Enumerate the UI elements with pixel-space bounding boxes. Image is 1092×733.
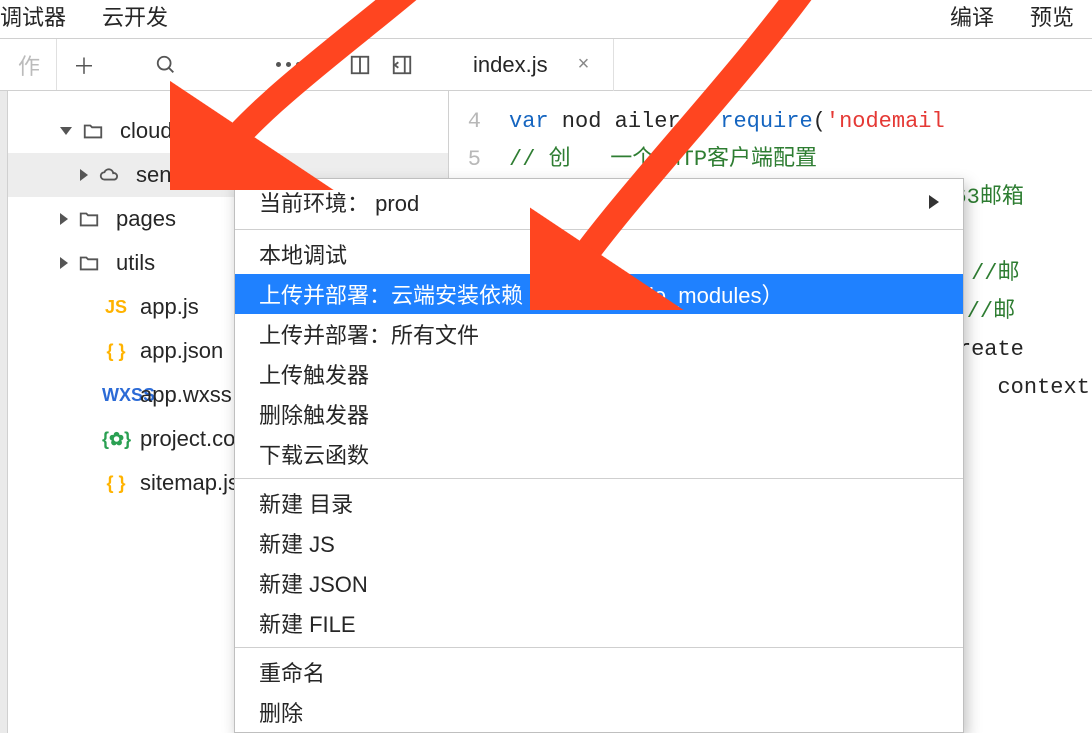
context-menu: 当前环境： prod 本地调试上传并部署：云端安装依赖（不上传 node_mod… bbox=[234, 178, 964, 733]
toolbar-sep-1 bbox=[56, 39, 57, 90]
ctx-env-value: prod bbox=[375, 191, 419, 216]
menu-cloud-dev[interactable]: 云开发 bbox=[84, 0, 186, 32]
tree-label: sitemap.js bbox=[140, 470, 239, 496]
search-icon[interactable] bbox=[145, 44, 187, 86]
tree-label: app.wxss bbox=[140, 382, 232, 408]
js-icon: JS bbox=[102, 297, 130, 318]
menu-debugger[interactable]: 调试器 bbox=[0, 0, 84, 32]
json-icon: { } bbox=[102, 341, 130, 362]
tree-label: app.json bbox=[140, 338, 223, 364]
chevron-right-icon bbox=[929, 195, 939, 209]
tree-label: cloud | p bbox=[120, 118, 203, 144]
split-default-icon[interactable] bbox=[339, 44, 381, 86]
folder-icon bbox=[78, 252, 106, 274]
toolbar-actions[interactable]: 作 bbox=[8, 44, 50, 86]
wxss-icon: WXSS bbox=[102, 385, 130, 406]
chevron-right-icon bbox=[60, 257, 68, 269]
ctx-item[interactable]: 新建 JSON bbox=[235, 563, 963, 603]
toolbar-add-button[interactable]: ＋ bbox=[63, 44, 105, 86]
line-number: 4 bbox=[449, 103, 509, 141]
tree-folder-cloud[interactable]: cloud | p bbox=[8, 109, 448, 153]
ctx-env-label: 当前环境： bbox=[259, 191, 369, 216]
more-icon[interactable] bbox=[267, 44, 309, 86]
tree-label: utils bbox=[116, 250, 155, 276]
chevron-right-icon bbox=[80, 169, 88, 181]
ctx-item[interactable]: 上传并部署：云端安装依赖（不上传 node_modules） bbox=[235, 274, 963, 314]
ctx-item[interactable]: 重命名 bbox=[235, 652, 963, 692]
folder-icon bbox=[78, 208, 106, 230]
folder-icon bbox=[82, 120, 110, 142]
ctx-item[interactable]: 删除 bbox=[235, 692, 963, 732]
ctx-env-header[interactable]: 当前环境： prod bbox=[235, 179, 963, 225]
ctx-separator bbox=[235, 229, 963, 230]
ctx-item[interactable]: 上传触发器 bbox=[235, 354, 963, 394]
ctx-item[interactable]: 本地调试 bbox=[235, 234, 963, 274]
ctx-item[interactable]: 新建 FILE bbox=[235, 603, 963, 643]
code-text: var nod ailer = require('nodemail bbox=[509, 103, 1092, 141]
chevron-down-icon bbox=[60, 127, 72, 135]
ctx-separator bbox=[235, 478, 963, 479]
menubar: 调试器 云开发 编译 预览 bbox=[0, 0, 1092, 34]
code-text: // 创 一个SMTP客户端配置 bbox=[509, 141, 1092, 179]
tree-label: app.js bbox=[140, 294, 199, 320]
line-number: 5 bbox=[449, 141, 509, 179]
chevron-right-icon bbox=[60, 213, 68, 225]
gutter bbox=[0, 91, 8, 733]
tree-label: pages bbox=[116, 206, 176, 232]
code-line: 4var nod ailer = require('nodemail bbox=[449, 103, 1092, 141]
proj-icon: {✿} bbox=[102, 429, 130, 450]
ctx-item[interactable]: 新建 目录 bbox=[235, 483, 963, 523]
tree-label: project.co bbox=[140, 426, 235, 452]
ctx-item[interactable]: 上传并部署：所有文件 bbox=[235, 314, 963, 354]
ctx-item[interactable]: 删除触发器 bbox=[235, 394, 963, 434]
code-line: 5// 创 一个SMTP客户端配置 bbox=[449, 141, 1092, 179]
tab-indexjs[interactable]: index.js × bbox=[449, 39, 614, 91]
close-icon[interactable]: × bbox=[578, 53, 590, 76]
menu-compile[interactable]: 编译 bbox=[950, 0, 1012, 32]
ctx-item[interactable]: 新建 JS bbox=[235, 523, 963, 563]
split-right-icon[interactable] bbox=[381, 44, 423, 86]
menu-preview[interactable]: 预览 bbox=[1012, 0, 1092, 32]
tree-label: sendEm bbox=[136, 162, 217, 188]
tabbar: index.js × bbox=[449, 39, 1092, 91]
ctx-item[interactable]: 下载云函数 bbox=[235, 434, 963, 474]
tab-label: index.js bbox=[473, 52, 548, 78]
json-icon: { } bbox=[102, 473, 130, 494]
ctx-separator bbox=[235, 647, 963, 648]
cloud-function-icon bbox=[98, 164, 126, 186]
